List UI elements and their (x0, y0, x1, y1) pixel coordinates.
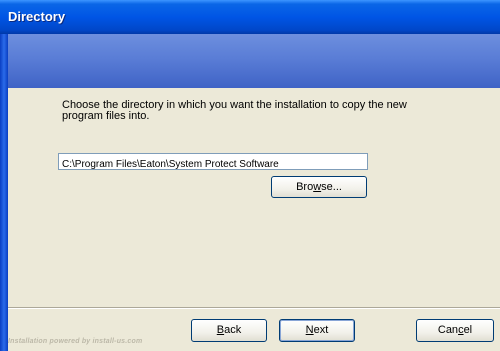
next-button[interactable]: Next (279, 319, 355, 342)
back-label-accel: B (216, 324, 225, 336)
cancel-label-post: el (463, 324, 473, 336)
browse-label-post: se... (321, 181, 342, 193)
window-frame-left (0, 34, 8, 351)
dialog-body: Choose the directory in which you want t… (8, 88, 500, 351)
browse-label-pre: Bro (296, 181, 314, 193)
header-banner (8, 34, 500, 88)
browse-button[interactable]: Browse... (271, 176, 367, 198)
install-path-input[interactable] (59, 157, 367, 172)
back-label-rest: ack (224, 324, 242, 336)
cancel-button[interactable]: Cancel (416, 319, 494, 342)
install-path-field[interactable] (58, 153, 368, 172)
window-title: Directory (8, 9, 66, 24)
powered-by-text: Installation powered by install-us.com (8, 338, 143, 345)
next-label-rest: ext (313, 324, 329, 336)
instruction-text: Choose the directory in which you want t… (62, 99, 407, 122)
back-button[interactable]: Back (191, 319, 267, 342)
browse-label-accel: w (313, 181, 322, 193)
cancel-label-pre: Can (437, 324, 459, 336)
next-label-accel: N (305, 324, 314, 336)
installer-window: Directory Choose the directory in which … (0, 0, 500, 351)
footer-divider (8, 307, 500, 309)
title-bar[interactable]: Directory (0, 0, 500, 34)
